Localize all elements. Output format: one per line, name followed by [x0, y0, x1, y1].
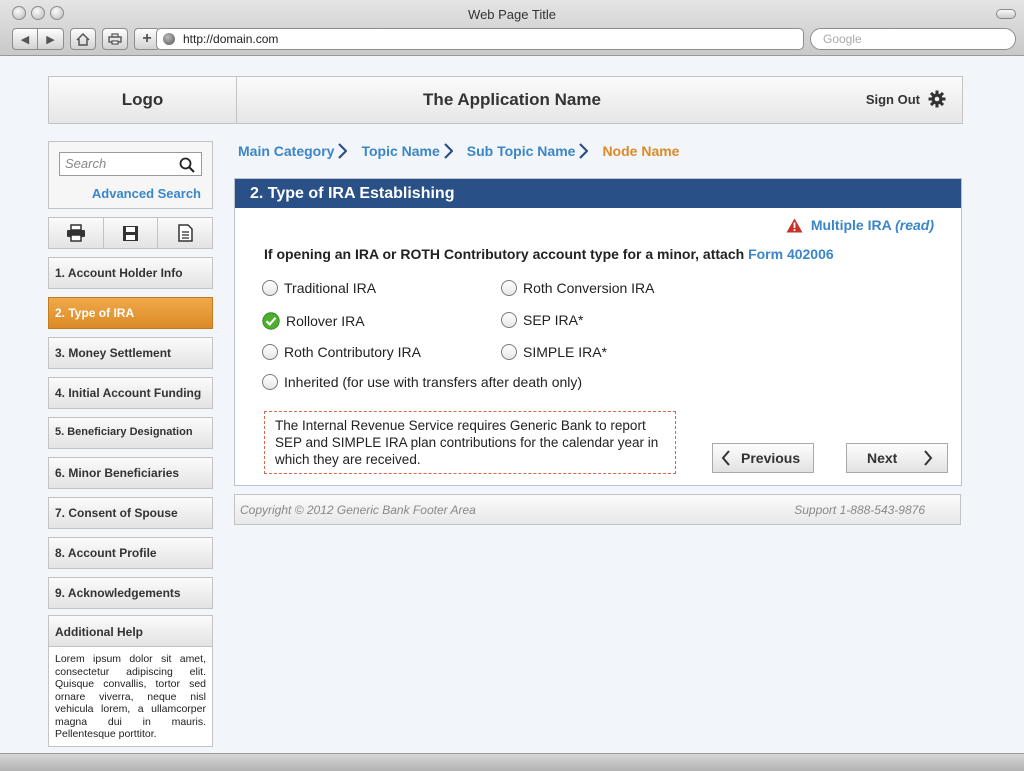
radio-button[interactable]: [262, 374, 278, 390]
panel-title: 2. Type of IRA Establishing: [235, 179, 961, 208]
step-account-profile[interactable]: 8. Account Profile: [48, 537, 213, 569]
radio-button[interactable]: [262, 280, 278, 296]
sidebar-search-panel: Search Advanced Search: [48, 141, 213, 209]
irs-notice: The Internal Revenue Service requires Ge…: [264, 411, 676, 474]
browser-status-bar: [0, 753, 1024, 771]
option-label: SEP IRA*: [523, 312, 584, 328]
address-bar-text: http://domain.com: [183, 32, 279, 46]
warning-icon: [786, 218, 803, 232]
back-arrow-icon: ◀: [20, 33, 30, 46]
option-roth-conversion-ira[interactable]: Roth Conversion IRA: [501, 280, 655, 296]
browser-chrome: Web Page Title ◀ ▶ + http://domain.com G…: [0, 0, 1024, 56]
back-button[interactable]: ◀: [12, 28, 38, 50]
page-footer: Copyright © 2012 Generic Bank Footer Are…: [234, 494, 961, 525]
option-sep-ira[interactable]: SEP IRA*: [501, 312, 583, 328]
chevron-right-icon: [338, 143, 348, 159]
breadcrumb-sub-topic-name[interactable]: Sub Topic Name: [467, 143, 576, 159]
step-money-settlement[interactable]: 3. Money Settlement: [48, 337, 213, 369]
document-icon: [177, 224, 193, 242]
browser-search-field[interactable]: Google: [810, 28, 1016, 50]
help-text: Lorem ipsum dolor sit amet, consectetur …: [55, 653, 206, 740]
app-header: Logo The Application Name Sign Out: [48, 76, 963, 124]
step-initial-account-funding[interactable]: 4. Initial Account Funding: [48, 377, 213, 409]
browser-nav-buttons: ◀ ▶ +: [12, 28, 160, 50]
save-icon: [123, 225, 138, 241]
radio-button[interactable]: [501, 344, 517, 360]
step-beneficiary-designation[interactable]: 5. Beneficiary Designation: [48, 417, 213, 449]
print-button[interactable]: [49, 218, 103, 248]
radio-button[interactable]: [501, 280, 517, 296]
logo[interactable]: Logo: [49, 77, 237, 123]
checkmark-selected-icon[interactable]: [262, 312, 280, 330]
search-icon[interactable]: [179, 157, 195, 173]
save-button[interactable]: [102, 218, 158, 248]
copyright-text: Copyright © 2012 Generic Bank Footer Are…: [240, 503, 476, 517]
window-title: Web Page Title: [468, 7, 556, 22]
home-button[interactable]: [70, 28, 96, 50]
option-rollover-ira[interactable]: Rollover IRA: [262, 312, 365, 330]
previous-label: Previous: [741, 450, 801, 466]
gear-icon[interactable]: [928, 90, 946, 108]
print-icon: [66, 224, 85, 242]
search-placeholder: Search: [65, 156, 107, 171]
step-account-holder-info[interactable]: 1. Account Holder Info: [48, 257, 213, 289]
step-consent-of-spouse[interactable]: 7. Consent of Spouse: [48, 497, 213, 529]
toolbar-toggle-button[interactable]: [996, 9, 1016, 19]
search-input[interactable]: Search: [59, 152, 202, 176]
multiple-ira-link[interactable]: Multiple IRA (read): [786, 217, 934, 233]
option-label: SIMPLE IRA*: [523, 344, 608, 360]
breadcrumb-main-category[interactable]: Main Category: [238, 143, 334, 159]
option-label: Inherited (for use with transfers after …: [284, 374, 583, 390]
minor-instruction-text: If opening an IRA or ROTH Contributory a…: [264, 246, 749, 262]
breadcrumb-current-node: Node Name: [602, 143, 680, 159]
step-navigation: 1. Account Holder Info 2. Type of IRA 3.…: [48, 257, 213, 617]
step-minor-beneficiaries[interactable]: 6. Minor Beneficiaries: [48, 457, 213, 489]
option-label: Traditional IRA: [284, 280, 377, 296]
sign-out-label: Sign Out: [865, 91, 920, 107]
chevron-right-icon: [444, 143, 453, 159]
forward-button[interactable]: ▶: [38, 28, 64, 50]
option-roth-contributory-ira[interactable]: Roth Contributory IRA: [262, 344, 421, 360]
chevron-left-icon: [721, 450, 730, 466]
option-label: Rollover IRA: [286, 313, 365, 329]
ira-type-panel: 2. Type of IRA Establishing Multiple IRA…: [234, 178, 962, 486]
next-label: Next: [867, 450, 898, 466]
support-phone: Support 1-888-543-9876: [794, 503, 925, 517]
advanced-search-link[interactable]: Advanced Search: [92, 186, 201, 201]
address-bar[interactable]: http://domain.com: [156, 28, 804, 50]
radio-button[interactable]: [501, 312, 517, 328]
next-button[interactable]: Next: [846, 443, 948, 473]
multiple-ira-label: Multiple IRA: [810, 217, 892, 233]
option-traditional-ira[interactable]: Traditional IRA: [262, 280, 376, 296]
breadcrumb: Main Category Topic Name Sub Topic Name …: [238, 143, 679, 159]
radio-button[interactable]: [262, 344, 278, 360]
previous-button[interactable]: Previous: [712, 443, 814, 473]
document-button[interactable]: [157, 218, 213, 248]
home-icon: [76, 32, 90, 46]
option-simple-ira[interactable]: SIMPLE IRA*: [501, 344, 607, 360]
printer-icon: [108, 33, 122, 45]
option-label: Roth Contributory IRA: [284, 344, 421, 360]
minor-instruction: If opening an IRA or ROTH Contributory a…: [264, 246, 834, 262]
option-label: Roth Conversion IRA: [523, 280, 655, 296]
step-type-of-ira[interactable]: 2. Type of IRA: [48, 297, 213, 329]
read-label: (read): [895, 217, 934, 233]
app-name: The Application Name: [423, 90, 601, 109]
forward-arrow-icon: ▶: [46, 33, 55, 46]
print-page-button[interactable]: [102, 28, 128, 50]
plus-icon: +: [142, 30, 152, 47]
globe-icon: [163, 33, 175, 45]
additional-help-panel: Additional Help Lorem ipsum dolor sit am…: [48, 615, 213, 747]
chevron-right-icon: [924, 450, 933, 466]
form-402006-link[interactable]: Form 402006: [748, 246, 834, 262]
help-title: Additional Help: [49, 616, 212, 647]
chevron-right-icon: [579, 143, 589, 159]
option-inherited[interactable]: Inherited (for use with transfers after …: [262, 374, 582, 390]
step-acknowledgements[interactable]: 9. Acknowledgements: [48, 577, 213, 609]
tool-bar: [48, 217, 213, 249]
sign-out-link[interactable]: Sign Out: [866, 90, 946, 108]
breadcrumb-topic-name[interactable]: Topic Name: [361, 143, 439, 159]
